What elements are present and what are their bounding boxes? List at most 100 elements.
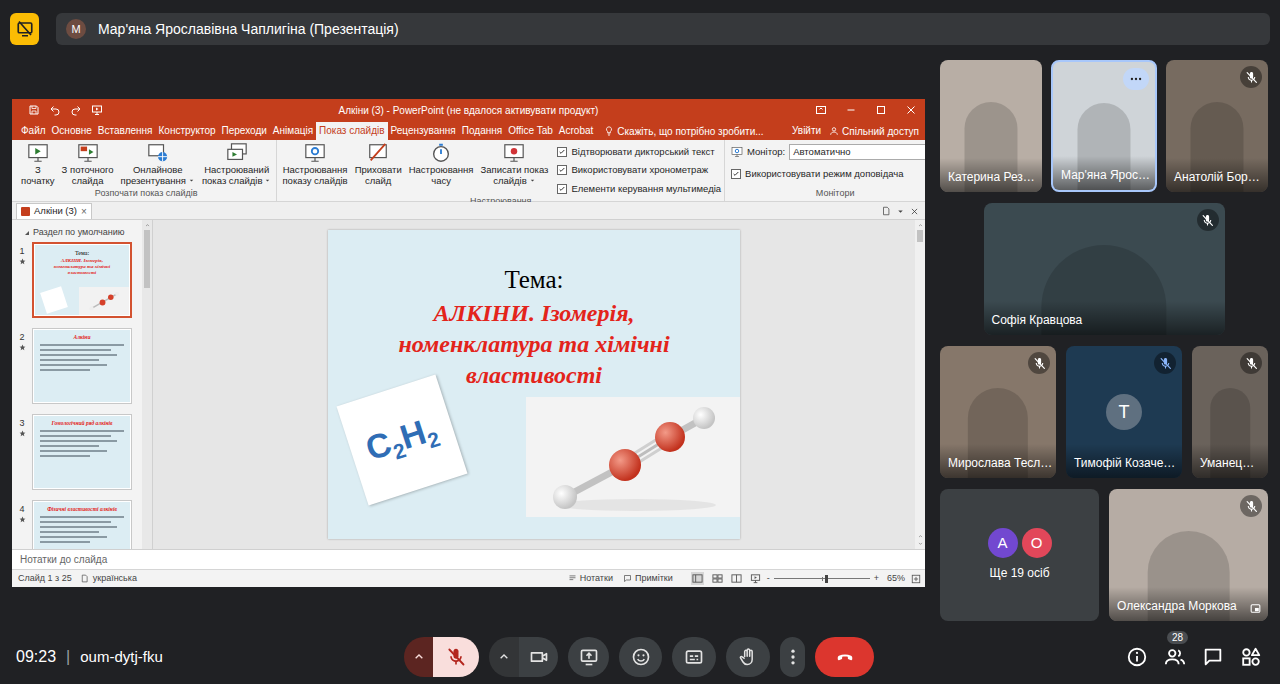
slide-counter: Слайд 1 з 25 (18, 572, 72, 586)
checkbox-row[interactable]: Відтворювати дикторський текст (557, 145, 721, 159)
section-header[interactable]: Раздел по умолчанию (12, 220, 142, 242)
ribbon-tab[interactable]: Вставлення (95, 122, 156, 140)
participant-tile[interactable]: Олександра Моркова (1109, 489, 1268, 621)
star-icon (19, 430, 26, 437)
zoom-in-button[interactable]: + (874, 572, 879, 586)
notes-button[interactable]: Нотатки (568, 572, 613, 586)
document-tab[interactable]: Алкіни (3)× (16, 203, 92, 219)
leave-call-button[interactable] (815, 637, 874, 677)
participant-name: Уманец… (1200, 454, 1254, 472)
share-text: Спільний доступ (842, 124, 919, 139)
mic-off-icon (1245, 357, 1258, 370)
meeting-details-button[interactable] (1126, 646, 1148, 668)
participant-tile[interactable]: Катерина Рез… (940, 60, 1042, 192)
slide-thumbnail[interactable]: Тема:АЛКІНИ. Ізомерія, номенклатура та х… (32, 242, 132, 318)
activities-button[interactable] (1240, 646, 1262, 668)
chat-button[interactable] (1202, 646, 1224, 668)
ribbon-tab[interactable]: Основне (49, 122, 95, 140)
checkbox[interactable] (731, 169, 741, 179)
ribbon-tab[interactable]: Анімація (270, 122, 316, 140)
slide-thumbnail[interactable]: Фізичні властивості алкінів (32, 500, 132, 549)
share-button[interactable]: Спільний доступ (825, 122, 925, 140)
slide-thumbnail-row[interactable]: 2Алкіни (12, 328, 142, 414)
participant-tile[interactable]: Мар'яна Ярос… (1051, 60, 1157, 192)
participant-tile[interactable]: Софія Кравцова (984, 203, 1225, 335)
ribbon-tab[interactable]: Рецензування (388, 122, 459, 140)
participants-panel: Катерина Рез…Мар'яна Ярос…Анатолій Бор… С… (932, 56, 1280, 630)
people-button[interactable]: 28 (1164, 646, 1186, 668)
monitor-dropdown[interactable]: Автоматично (789, 144, 925, 160)
present-button[interactable] (568, 637, 609, 677)
ribbon-button[interactable]: Онлайновепрезентування (119, 142, 197, 186)
checkbox-row[interactable]: Елементи керування мультимедіа (557, 182, 721, 196)
comments-button[interactable]: Примітки (623, 572, 673, 586)
zoom-thumb[interactable] (825, 575, 828, 583)
tile-options-button[interactable] (1123, 68, 1149, 90)
participant-tile[interactable]: Анатолій Бор… (1166, 60, 1268, 192)
ribbon-tab[interactable]: Файл (18, 122, 49, 140)
ribbon-button[interactable]: Записати показслайдів (479, 142, 551, 186)
presentation-button[interactable] (10, 13, 39, 45)
ribbon-button-label: Онлайнове (133, 164, 183, 175)
ribbon-button[interactable]: Приховатислайд (353, 142, 404, 186)
slideshow-command-icon (304, 142, 326, 164)
star-icon (19, 344, 26, 351)
ribbon-tab[interactable]: Подання (459, 122, 505, 140)
ribbon-tab[interactable]: Переходи (219, 122, 270, 140)
pane-scrollbar[interactable] (142, 220, 152, 549)
language[interactable]: українська (93, 572, 137, 586)
presenter-title: Мар'яна Ярославівна Чаплигіна (Презентац… (98, 19, 399, 40)
ribbon-button[interactable]: З поточногослайда (60, 142, 116, 186)
tell-me-box[interactable]: Скажіть, що потрібно зробити... (604, 122, 763, 140)
slide-thumbnail-row[interactable]: 1Тема:АЛКІНИ. Ізомерія, номенклатура та … (12, 242, 142, 328)
monitor-icon (731, 146, 743, 158)
participant-name: Олександра Моркова (1117, 597, 1237, 615)
participant-tile[interactable]: Мирослава Тесл… (940, 346, 1056, 478)
slide-thumbnail[interactable]: Гомологічний ряд алкінів (32, 414, 132, 490)
reactions-button[interactable] (619, 637, 662, 677)
checkbox-row[interactable]: Використовувати хронометраж (557, 163, 721, 177)
zoom-slider[interactable] (774, 574, 870, 584)
checkbox[interactable] (557, 147, 567, 157)
normal-view-button[interactable] (691, 572, 704, 585)
ribbon-button[interactable]: Зпочатку (19, 142, 57, 186)
microphone-button[interactable] (433, 637, 479, 677)
sign-in-button[interactable]: Увійти (788, 122, 825, 140)
ribbon-tab[interactable]: Office Tab (505, 122, 556, 140)
checkbox[interactable] (557, 184, 567, 194)
ribbon-tab[interactable]: Показ слайдів (316, 122, 388, 140)
audio-options-button[interactable] (404, 637, 433, 677)
ribbon-button[interactable]: Настроюванийпоказ слайдів (200, 142, 274, 186)
captions-button[interactable] (672, 637, 716, 677)
participant-tile[interactable]: АОЩе 19 осіб (940, 489, 1099, 621)
notes-pane[interactable]: Нотатки до слайда (12, 549, 925, 569)
editor-scrollbar[interactable] (915, 220, 925, 549)
checkbox-row[interactable]: Використовувати режим доповідача (731, 167, 925, 181)
document-tab-close[interactable]: × (81, 207, 87, 217)
ribbon-button-label: Настроювання (409, 164, 474, 175)
ribbon-tab[interactable]: Acrobat (556, 122, 596, 140)
participant-tile[interactable]: Уманец… (1192, 346, 1268, 478)
maximize-icon (875, 104, 887, 116)
slides-pane: Раздел по умолчанию1Тема:АЛКІНИ. Ізомері… (12, 220, 153, 549)
more-options-button[interactable] (780, 637, 805, 677)
ribbon-button[interactable]: Настроюваннячасу (407, 142, 476, 186)
ribbon-tab[interactable]: Конструктор (156, 122, 219, 140)
slide-thumbnail-row[interactable]: 4Фізичні властивості алкінів (12, 500, 142, 549)
ribbon-button[interactable]: Настроюванняпоказу слайдів (280, 142, 349, 186)
comments-label: Примітки (635, 572, 673, 586)
thumbnail-card (40, 286, 68, 314)
mute-indicator (1240, 66, 1262, 88)
status-bar: Слайд 1 з 25 українська Нотатки Примітки - +6… (12, 569, 925, 587)
slide-thumbnail[interactable]: Алкіни (32, 328, 132, 404)
zoom-out-button[interactable]: - (767, 572, 770, 586)
thumbnail-image (79, 287, 129, 315)
checkbox[interactable] (557, 165, 567, 175)
mic-off-icon (1201, 214, 1214, 227)
raise-hand-button[interactable] (726, 637, 770, 677)
zoom-percent[interactable]: 65% (887, 572, 905, 586)
camera-button[interactable] (519, 637, 558, 677)
video-options-button[interactable] (489, 637, 519, 677)
participant-tile[interactable]: ТТимофій Козаче… (1066, 346, 1182, 478)
slide-thumbnail-row[interactable]: 3Гомологічний ряд алкінів (12, 414, 142, 500)
